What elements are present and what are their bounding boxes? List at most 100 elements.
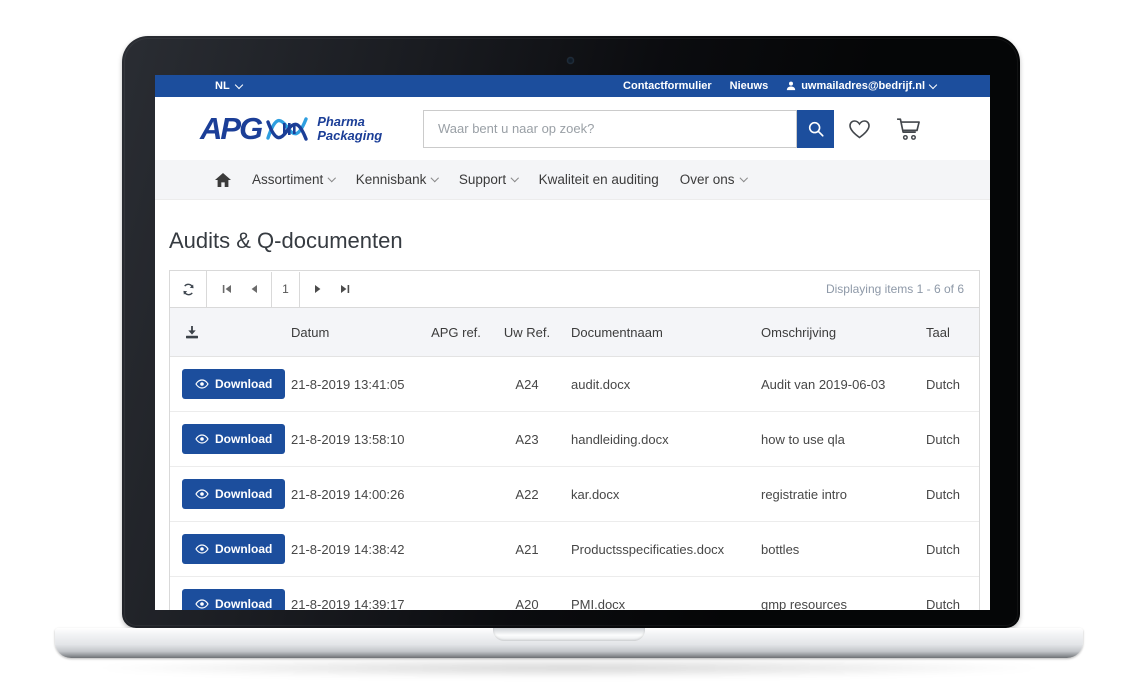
home-icon[interactable] — [215, 173, 231, 187]
chevron-down-icon — [431, 174, 439, 182]
eye-icon — [195, 434, 209, 444]
cell-omschrijving: gmp resources — [753, 597, 916, 611]
contactformulier-link[interactable]: Contactformulier — [623, 80, 712, 92]
download-button[interactable]: Download — [182, 479, 285, 509]
table-row: Download 21-8-2019 14:38:42 A21 Products… — [170, 522, 979, 577]
download-label: Download — [215, 597, 272, 610]
nav-item-assortiment[interactable]: Assortiment — [252, 172, 335, 187]
wishlist-heart-icon[interactable] — [846, 117, 873, 141]
search-input[interactable] — [423, 110, 797, 148]
first-page-icon — [222, 284, 232, 294]
account-menu[interactable]: uwmailadres@bedrijf.nl — [786, 80, 936, 92]
cell-datum: 21-8-2019 14:00:26 — [291, 487, 421, 502]
download-label: Download — [215, 377, 272, 391]
next-page-icon — [314, 284, 322, 294]
logo-subtitle: Pharma Packaging — [317, 115, 382, 143]
download-cell: Download — [170, 589, 291, 610]
refresh-icon — [181, 282, 196, 297]
user-icon — [786, 81, 796, 91]
main-nav: Assortiment Kennisbank Support Kwaliteit… — [155, 160, 990, 200]
webcam-icon — [567, 57, 574, 64]
top-utility-bar: NL Contactformulier Nieuws uwmailadres@b… — [155, 75, 990, 97]
cell-taal: Dutch — [916, 377, 979, 392]
search-button[interactable] — [797, 110, 834, 148]
download-cell: Download — [170, 424, 291, 454]
download-button[interactable]: Download — [182, 369, 285, 399]
cell-uw-ref: A20 — [491, 597, 563, 611]
browser-viewport: NL Contactformulier Nieuws uwmailadres@b… — [155, 75, 990, 610]
download-label: Download — [215, 487, 272, 501]
download-button[interactable]: Download — [182, 589, 285, 610]
cart-icon[interactable] — [895, 116, 922, 141]
logo-subtitle-line2: Packaging — [317, 129, 382, 143]
download-cell: Download — [170, 369, 291, 399]
documents-table: 1 — [169, 270, 980, 610]
eye-icon — [195, 599, 209, 609]
apg-logo[interactable]: APG Pharma Packaging — [200, 111, 423, 147]
pagination-status: Displaying items 1 - 6 of 6 — [826, 282, 979, 296]
previous-page-button[interactable] — [240, 271, 267, 307]
chevron-down-icon — [511, 174, 519, 182]
search-icon — [807, 120, 825, 138]
cell-uw-ref: A23 — [491, 432, 563, 447]
column-header-uw-ref[interactable]: Uw Ref. — [491, 325, 563, 340]
download-button[interactable]: Download — [182, 534, 285, 564]
eye-icon — [195, 379, 209, 389]
pagination-controls: 1 — [213, 271, 358, 307]
nav-label: Kwaliteit en auditing — [539, 172, 659, 187]
nav-item-kwaliteit-en-auditing[interactable]: Kwaliteit en auditing — [539, 172, 659, 187]
download-cell: Download — [170, 534, 291, 564]
laptop-lid-notch — [493, 628, 645, 641]
user-email: uwmailadres@bedrijf.nl — [801, 80, 925, 92]
cell-datum: 21-8-2019 13:41:05 — [291, 377, 421, 392]
nav-item-over-ons[interactable]: Over ons — [680, 172, 746, 187]
previous-page-icon — [250, 284, 258, 294]
column-header-taal[interactable]: Taal — [916, 325, 979, 340]
table-row: Download 21-8-2019 13:58:10 A23 handleid… — [170, 412, 979, 467]
cell-documentnaam: audit.docx — [563, 377, 753, 392]
cell-documentnaam: Productsspecificaties.docx — [563, 542, 753, 557]
chevron-down-icon — [234, 80, 242, 88]
last-page-button[interactable] — [331, 271, 358, 307]
laptop-mockup: NL Contactformulier Nieuws uwmailadres@b… — [0, 0, 1138, 692]
column-header-datum[interactable]: Datum — [291, 325, 421, 340]
eye-icon — [195, 489, 209, 499]
last-page-icon — [340, 284, 350, 294]
download-tray-icon — [185, 326, 199, 339]
cell-taal: Dutch — [916, 542, 979, 557]
dna-helix-icon — [266, 113, 312, 145]
first-page-button[interactable] — [213, 271, 240, 307]
nav-label: Over ons — [680, 172, 735, 187]
cell-datum: 21-8-2019 14:39:17 — [291, 597, 421, 611]
column-header-documentnaam[interactable]: Documentnaam — [563, 325, 753, 340]
table-row: Download 21-8-2019 14:00:26 A22 kar.docx… — [170, 467, 979, 522]
page-number-input[interactable]: 1 — [271, 272, 300, 307]
page-content: Audits & Q-documenten — [155, 228, 990, 610]
nav-item-support[interactable]: Support — [459, 172, 518, 187]
site-header: APG Pharma Packaging — [155, 97, 990, 160]
cell-taal: Dutch — [916, 597, 979, 611]
nav-label: Support — [459, 172, 506, 187]
cell-documentnaam: kar.docx — [563, 487, 753, 502]
table-row: Download 21-8-2019 13:41:05 A24 audit.do… — [170, 357, 979, 412]
logo-subtitle-line1: Pharma — [317, 115, 382, 129]
chevron-down-icon — [328, 174, 336, 182]
cell-omschrijving: bottles — [753, 542, 916, 557]
eye-icon — [195, 544, 209, 554]
language-selector[interactable]: NL — [215, 80, 242, 92]
column-header-omschrijving[interactable]: Omschrijving — [753, 325, 916, 340]
search-bar — [423, 110, 834, 148]
refresh-button[interactable] — [170, 271, 207, 307]
chevron-down-icon — [739, 174, 747, 182]
page-title: Audits & Q-documenten — [169, 228, 978, 254]
nieuws-link[interactable]: Nieuws — [730, 80, 769, 92]
column-header-apg-ref[interactable]: APG ref. — [421, 325, 491, 340]
language-label: NL — [215, 80, 230, 92]
pagination-bar: 1 — [170, 271, 979, 308]
cell-omschrijving: Audit van 2019-06-03 — [753, 377, 916, 392]
logo-text: APG — [200, 111, 261, 147]
next-page-button[interactable] — [304, 271, 331, 307]
nav-item-kennisbank[interactable]: Kennisbank — [356, 172, 438, 187]
download-button[interactable]: Download — [182, 424, 285, 454]
topbar-links: Contactformulier Nieuws uwmailadres@bedr… — [623, 80, 936, 92]
